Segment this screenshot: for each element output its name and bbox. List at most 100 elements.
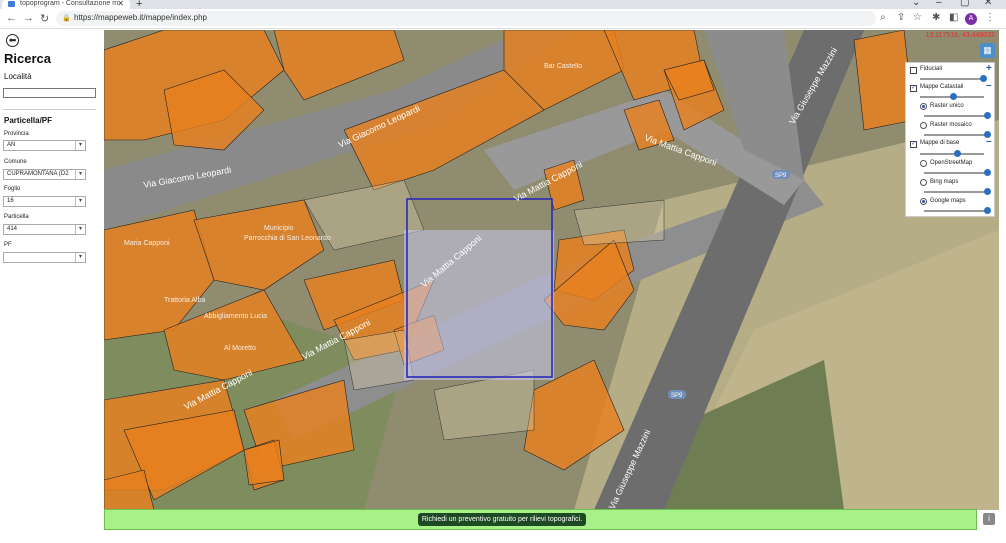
slider-knob[interactable] xyxy=(984,207,991,214)
comune-label: Comune xyxy=(4,159,27,165)
extensions-icon[interactable]: ✱ xyxy=(932,12,940,23)
sidepanel-icon[interactable]: ◧ xyxy=(949,12,958,23)
window-close-icon[interactable]: ✕ xyxy=(984,0,992,8)
mappe-catastali-label: Mappe Catastali xyxy=(920,84,964,90)
foglio-value: 16 xyxy=(7,198,14,204)
mappe-base-label: Mappe di base xyxy=(920,140,960,146)
info-button[interactable]: i xyxy=(983,513,995,525)
bing-radio[interactable] xyxy=(920,179,927,186)
back-arrow-icon[interactable]: ⬅ xyxy=(6,34,19,47)
poi-label: Abbigliamento Lucia xyxy=(204,313,267,320)
google-label: Google maps xyxy=(930,198,966,204)
slider-knob[interactable] xyxy=(954,150,961,157)
fiduciali-checkbox[interactable] xyxy=(910,67,917,74)
mappe-catastali-checkbox[interactable]: ✓ xyxy=(910,85,917,92)
mappe-base-checkbox[interactable]: ✓ xyxy=(910,141,917,148)
osm-slider[interactable] xyxy=(924,169,991,176)
foglio-label: Foglio xyxy=(4,186,21,192)
pf-select[interactable]: ▾ xyxy=(3,252,86,263)
bing-label: Bing maps xyxy=(930,179,959,185)
zoom-icon[interactable]: ⌕ xyxy=(880,12,886,23)
pf-label: PF xyxy=(4,242,12,248)
foglio-select[interactable]: 16 ▾ xyxy=(3,196,86,207)
minimize-icon[interactable]: – xyxy=(936,0,942,8)
menu-icon[interactable]: ⋮ xyxy=(985,12,995,23)
coordinates-readout: 13.117516, 43.449032 xyxy=(925,32,995,39)
tab-title: topoprogram - Consultazione m xyxy=(20,0,119,7)
layer-panel: Fiduciali + ✓ Mappe Catastali – Raster u… xyxy=(905,62,995,217)
browser-tab[interactable]: topoprogram - Consultazione m ✕ xyxy=(2,0,130,9)
promo-button[interactable]: Richiedi un preventivo gratuito per rili… xyxy=(418,513,586,526)
particella-select[interactable]: 414 ▾ xyxy=(3,224,86,235)
tab-close-icon[interactable]: ✕ xyxy=(117,0,124,8)
locality-label: Località xyxy=(4,72,32,81)
layers-map-icon[interactable]: ▦ xyxy=(980,43,995,58)
forward-icon[interactable]: → xyxy=(23,12,34,24)
slider-knob[interactable] xyxy=(984,188,991,195)
map-view[interactable]: Via Giacomo Leopardi Via Giacomo Leopard… xyxy=(104,30,999,510)
browser-tab-bar: topoprogram - Consultazione m ✕ + ⌄ – ▢ … xyxy=(0,0,1006,10)
poi-label: Municipio xyxy=(264,225,294,232)
google-slider[interactable] xyxy=(924,207,991,214)
plus-icon[interactable]: + xyxy=(986,63,992,74)
provincia-select[interactable]: AN ▾ xyxy=(3,140,86,151)
raster-unico-radio[interactable] xyxy=(920,103,927,110)
minus-icon[interactable]: – xyxy=(986,136,992,147)
lock-icon: 🔒 xyxy=(62,15,71,22)
map-canvas[interactable]: Via Giacomo Leopardi Via Giacomo Leopard… xyxy=(104,30,999,510)
poi-label: Maria Capponi xyxy=(124,240,170,247)
poi-label: Al Moretto xyxy=(224,345,256,352)
profile-avatar[interactable]: A xyxy=(965,13,977,25)
osm-label: OpenStreetMap xyxy=(930,160,973,166)
slider-knob[interactable] xyxy=(984,169,991,176)
provincia-label: Provincia xyxy=(4,131,29,137)
poi-label: Trattoria Alba xyxy=(164,297,205,304)
chevron-down-icon: ▾ xyxy=(75,253,85,262)
catastali-opacity-slider[interactable] xyxy=(920,93,984,100)
panel-title: Ricerca xyxy=(4,51,51,66)
minus-icon[interactable]: – xyxy=(986,80,992,91)
particella-value: 414 xyxy=(7,226,18,232)
slider-knob[interactable] xyxy=(984,112,991,119)
reload-icon[interactable]: ↻ xyxy=(40,12,49,25)
particella-label: Particella xyxy=(4,214,29,220)
raster-mosaico-radio[interactable] xyxy=(920,122,927,129)
raster-unico-slider[interactable] xyxy=(924,112,991,119)
slider-knob[interactable] xyxy=(950,93,957,100)
road-badge: SP9 xyxy=(671,393,683,399)
comune-select[interactable]: CUPRAMONTANA (D2 ▾ xyxy=(3,169,86,180)
bing-slider[interactable] xyxy=(924,188,991,195)
raster-unico-label: Raster unico xyxy=(930,103,964,109)
road-badge: SP9 xyxy=(775,173,787,179)
raster-mosaico-slider[interactable] xyxy=(924,131,991,138)
selected-parcel-fill xyxy=(404,230,554,380)
google-radio[interactable] xyxy=(920,198,927,205)
divider xyxy=(3,109,96,110)
fiduciali-opacity-slider[interactable] xyxy=(920,75,987,82)
raster-mosaico-label: Raster mosaico xyxy=(930,122,972,128)
maximize-icon[interactable]: ▢ xyxy=(960,0,969,8)
osm-radio[interactable] xyxy=(920,160,927,167)
promo-bar: Richiedi un preventivo gratuito per rili… xyxy=(104,509,977,530)
address-bar: ← → ↻ 🔒 https://mappeweb.it/mappe/index.… xyxy=(0,9,1006,29)
url-field[interactable]: 🔒 https://mappeweb.it/mappe/index.php xyxy=(56,11,876,26)
bookmark-star-icon[interactable]: ☆ xyxy=(913,12,922,23)
chevron-down-icon: ▾ xyxy=(75,170,85,179)
locality-input[interactable] xyxy=(3,88,96,98)
poi-label: Bar Castello xyxy=(544,63,582,70)
chevron-down-icon: ▾ xyxy=(75,225,85,234)
back-icon[interactable]: ← xyxy=(6,12,17,24)
base-opacity-slider[interactable] xyxy=(920,150,984,157)
comune-value: CUPRAMONTANA (D2 xyxy=(7,171,69,177)
chevron-down-icon: ▾ xyxy=(75,197,85,206)
tab-search-icon[interactable]: ⌄ xyxy=(912,0,920,8)
share-icon[interactable]: ⇪ xyxy=(897,12,905,23)
fiduciali-label: Fiduciali xyxy=(920,66,943,72)
section-title: Particella/PF xyxy=(4,116,53,125)
chevron-down-icon: ▾ xyxy=(75,141,85,150)
favicon-icon xyxy=(8,1,15,7)
poi-label: Parrocchia di San Leonardo xyxy=(244,235,331,242)
url-text: https://mappeweb.it/mappe/index.php xyxy=(74,13,207,22)
search-panel: ⬅ Ricerca Località Particella/PF Provinc… xyxy=(0,30,104,543)
parcel-outline xyxy=(343,329,415,391)
